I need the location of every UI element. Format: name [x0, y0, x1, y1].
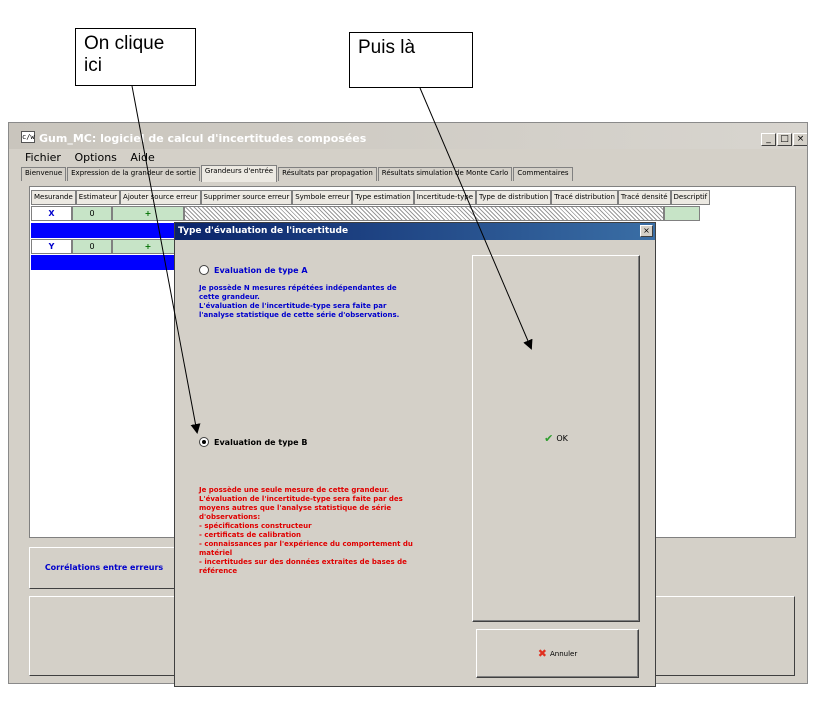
cancel-label: Annuler — [549, 649, 578, 658]
tab-expression[interactable]: Expression de la grandeur de sortie — [67, 167, 200, 181]
grid-header-cell: Type de distribution — [476, 190, 552, 205]
cross-icon: ✖ — [537, 647, 547, 660]
grid-header-cell: Ajouter source erreur — [120, 190, 201, 205]
cancel-button[interactable]: ✖ Annuler — [476, 629, 639, 678]
tab-resultats-propagation[interactable]: Résultats par propagation — [278, 167, 377, 181]
radio-button-type-b[interactable] — [199, 437, 209, 447]
grid-header-cell: Supprimer source erreur — [200, 190, 293, 205]
dialog-titlebar[interactable]: Type d'évaluation de l'incertitude × — [175, 223, 655, 240]
ok-button[interactable]: ✔ OK — [472, 255, 640, 622]
minimize-button[interactable]: _ — [761, 133, 776, 146]
menu-bar: Fichier Options Aide — [25, 151, 165, 165]
measurand-cell[interactable]: Y — [31, 239, 72, 254]
ok-label: OK — [556, 434, 568, 443]
disabled-cells — [184, 206, 664, 221]
annotation-callout-click-here: On clique ici — [75, 28, 196, 86]
type-a-description: Je possède N mesures répétées indépendan… — [199, 284, 400, 319]
annotation-callout-then-there: Puis là — [349, 32, 473, 88]
tab-bienvenue[interactable]: Bienvenue — [21, 167, 67, 181]
radio-type-b[interactable]: Evaluation de type B — [199, 437, 307, 447]
radio-button-type-a[interactable] — [199, 265, 209, 275]
radio-type-b-label: Evaluation de type B — [214, 437, 308, 447]
radio-type-a[interactable]: Evaluation de type A — [199, 265, 308, 275]
check-icon: ✔ — [544, 432, 554, 445]
evaluation-type-dialog: Type d'évaluation de l'incertitude × Eva… — [174, 222, 656, 687]
table-row: Y 0 + — [31, 239, 184, 254]
tab-grandeurs-entree[interactable]: Grandeurs d'entrée — [200, 165, 278, 182]
grid-header-cell: Symbole erreur — [292, 190, 353, 205]
radio-type-a-label: Evaluation de type A — [214, 265, 308, 275]
menu-aide[interactable]: Aide — [130, 151, 154, 164]
dialog-close-button[interactable]: × — [640, 225, 653, 237]
measurand-cell[interactable]: X — [31, 206, 72, 221]
tab-bar: Bienvenue Expression de la grandeur de s… — [21, 165, 574, 182]
maximize-button[interactable]: □ — [777, 133, 792, 146]
grid-header-cell: Incertitude-type — [413, 190, 477, 205]
correlations-button[interactable]: Corrélations entre erreurs — [29, 547, 179, 589]
grid-header-cell: Estimateur — [75, 190, 121, 205]
grid-header: Mesurande Estimateur Ajouter source erre… — [31, 190, 711, 205]
table-row[interactable] — [31, 255, 181, 270]
dialog-title: Type d'évaluation de l'incertitude — [178, 226, 349, 236]
type-b-description: Je possède une seule mesure de cette gra… — [199, 486, 413, 575]
description-cell[interactable] — [664, 206, 700, 221]
menu-options[interactable]: Options — [74, 151, 116, 164]
tab-commentaires[interactable]: Commentaires — [513, 167, 573, 181]
app-icon: c/w — [21, 131, 35, 143]
table-row[interactable] — [31, 223, 181, 238]
table-row: X 0 + — [31, 206, 700, 221]
estimator-cell[interactable]: 0 — [72, 206, 112, 221]
window-title: Gum_MC: logiciel de calcul d'incertitude… — [39, 132, 367, 145]
close-button[interactable]: × — [793, 133, 807, 146]
grid-header-cell: Descriptif — [670, 190, 711, 205]
menu-fichier[interactable]: Fichier — [25, 151, 61, 164]
tab-resultats-monte-carlo[interactable]: Résultats simulation de Monte Carlo — [377, 167, 513, 181]
estimator-cell[interactable]: 0 — [72, 239, 112, 254]
window-titlebar[interactable]: c/w Gum_MC: logiciel de calcul d'incerti… — [9, 123, 807, 149]
grid-header-cell: Type estimation — [352, 190, 414, 205]
grid-header-cell: Mesurande — [31, 190, 76, 205]
grid-header-cell: Tracé densité — [617, 190, 671, 205]
grid-header-cell: Tracé distribution — [551, 190, 618, 205]
add-error-source-button[interactable]: + — [112, 206, 184, 221]
